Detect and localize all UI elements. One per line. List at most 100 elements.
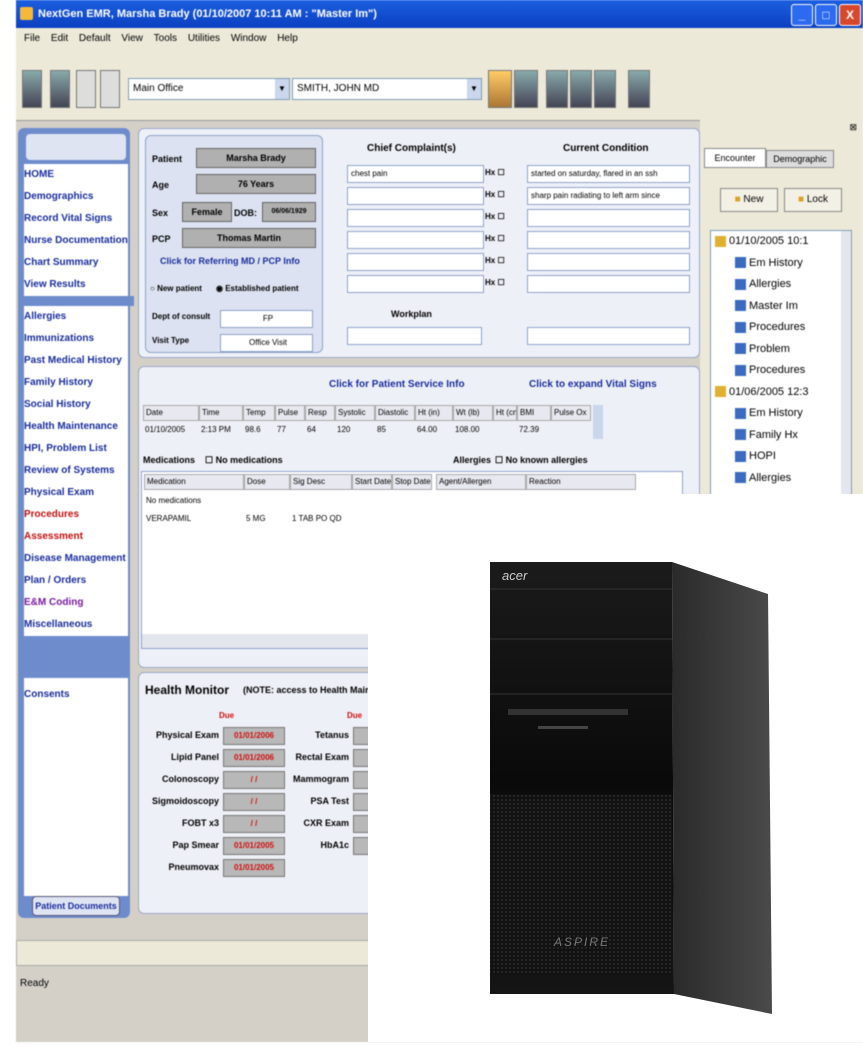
medication-cell [244, 494, 288, 508]
nav-item-top[interactable]: Nurse Documentation [24, 230, 128, 252]
reports-icon[interactable] [594, 70, 616, 108]
dept-field[interactable]: FP [220, 310, 313, 328]
maximize-button[interactable]: □ [815, 4, 837, 26]
menu-file[interactable]: File [24, 33, 40, 44]
new-patient-radio[interactable]: ○ New patient [150, 284, 202, 293]
visit-type-field[interactable]: Office Visit [220, 334, 313, 352]
close-chart-icon[interactable] [628, 70, 650, 108]
vitals-scrollbar[interactable] [593, 405, 603, 439]
tree-item[interactable]: Em History [735, 257, 803, 269]
chief-complaint-field[interactable] [347, 253, 484, 271]
edit-icon[interactable] [76, 70, 96, 108]
delete-icon[interactable] [100, 70, 120, 108]
nav-item[interactable]: Health Maintenance [24, 416, 128, 438]
sched-icon[interactable] [546, 70, 568, 108]
tree-scrollbar[interactable] [841, 231, 851, 496]
nav-item[interactable]: Social History [24, 394, 128, 416]
tree-item[interactable]: Allergies [735, 472, 791, 484]
menu-utilities[interactable]: Utilities [188, 33, 220, 44]
tree-item[interactable]: HOPI [735, 450, 776, 462]
tree-item[interactable]: Procedures [735, 321, 805, 333]
close-button[interactable]: X [839, 4, 861, 26]
tree-item[interactable]: Allergies [735, 278, 791, 290]
notes-icon[interactable] [570, 70, 592, 108]
consents-link[interactable]: Consents [24, 678, 128, 706]
hx-checkbox[interactable]: Hx ☐ [485, 168, 505, 177]
nav-item-top[interactable]: Record Vital Signs [24, 208, 128, 230]
tab-demographic[interactable]: Demographic [766, 150, 834, 168]
nav-item[interactable]: Plan / Orders [24, 570, 128, 592]
current-condition-field[interactable] [527, 275, 690, 293]
pickup-icon[interactable] [488, 70, 512, 108]
tree-item[interactable]: 01/10/2005 10:1 [715, 235, 809, 247]
hx-checkbox[interactable]: Hx ☐ [485, 190, 505, 199]
nav-item-top[interactable]: Demographics [24, 186, 128, 208]
current-condition-field[interactable]: sharp pain radiating to left arm since [527, 187, 690, 205]
nav-item[interactable]: Disease Management [24, 548, 128, 570]
nav-item-top[interactable]: View Results [24, 274, 128, 296]
nav-item[interactable]: Review of Systems [24, 460, 128, 482]
patient-documents-button[interactable]: Patient Documents [32, 896, 120, 916]
tree-item[interactable]: Procedures [735, 364, 805, 376]
nav-item[interactable]: Allergies [24, 306, 128, 328]
chief-complaint-field[interactable] [347, 275, 484, 293]
workplan-field-2[interactable] [527, 327, 690, 345]
minimize-button[interactable]: _ [791, 4, 813, 26]
chief-complaint-field[interactable] [347, 231, 484, 249]
chief-complaint-field[interactable] [347, 187, 484, 205]
lock-button[interactable]: ■ Lock [784, 188, 842, 212]
menu-view[interactable]: View [121, 33, 143, 44]
nav-item[interactable]: HPI, Problem List [24, 438, 128, 460]
tree-item[interactable]: 01/06/2005 12:3 [715, 386, 809, 398]
nav-item[interactable]: E&M Coding [24, 592, 128, 614]
save-icon[interactable] [50, 70, 70, 108]
current-condition-field[interactable] [527, 253, 690, 271]
hx-checkbox[interactable]: Hx ☐ [485, 212, 505, 221]
hx-checkbox[interactable]: Hx ☐ [485, 256, 505, 265]
no-medications-checkbox[interactable]: ☐ No medications [205, 455, 283, 466]
nav-item-top[interactable]: Chart Summary [24, 252, 128, 274]
workplan-field[interactable] [347, 327, 482, 345]
pin-icon[interactable]: ⊠ [849, 122, 857, 133]
tree-item[interactable]: Problem [735, 343, 790, 355]
nav-list: HOME Demographics Record Vital Signs Nurse … [18, 164, 134, 636]
referring-md-link[interactable]: Click for Referring MD / PCP Info [160, 256, 300, 266]
provider-select[interactable]: SMITH, JOHN MD ▼ [292, 78, 482, 100]
nav-item[interactable]: Physical Exam [24, 482, 128, 504]
nav-item[interactable]: Miscellaneous [24, 614, 128, 636]
tree-item[interactable]: Master Im [735, 300, 798, 312]
hx-checkbox[interactable]: Hx ☐ [485, 234, 505, 243]
no-known-allergies-checkbox[interactable]: ☐ No known allergies [495, 455, 588, 466]
nav-item[interactable]: Assessment [24, 526, 128, 548]
menu-tools[interactable]: Tools [154, 33, 177, 44]
hx-checkbox[interactable]: Hx ☐ [485, 278, 505, 287]
current-condition-field[interactable] [527, 209, 690, 227]
established-patient-radio[interactable]: ◉ Established patient [216, 284, 299, 293]
location-select[interactable]: Main Office ▼ [128, 78, 290, 100]
chief-complaint-field[interactable]: chest pain [347, 165, 484, 183]
nav-item[interactable]: Family History [24, 372, 128, 394]
menu-window[interactable]: Window [231, 33, 267, 44]
nav-item-top[interactable]: HOME [24, 164, 128, 186]
patient-icon[interactable] [22, 70, 42, 108]
expand-vitals-link[interactable]: Click to expand Vital Signs [529, 379, 657, 390]
nav-item[interactable]: Immunizations [24, 328, 128, 350]
menu-edit[interactable]: Edit [51, 33, 68, 44]
patient-service-link[interactable]: Click for Patient Service Info [329, 379, 465, 390]
nav-item[interactable]: Past Medical History [24, 350, 128, 372]
templates-icon[interactable] [514, 70, 538, 108]
hx-label: Hx [485, 190, 496, 199]
tree-item[interactable]: Family Hx [735, 429, 798, 441]
tab-encounter[interactable]: Encounter [704, 148, 766, 168]
medication-column-header: Start Date [352, 474, 392, 490]
new-button[interactable]: ■ New [720, 188, 778, 212]
nav-item[interactable]: Procedures [24, 504, 128, 526]
current-condition-field[interactable]: started on saturday, flared in an ssh [527, 165, 690, 183]
menu-default[interactable]: Default [79, 33, 111, 44]
menu-help[interactable]: Help [277, 33, 298, 44]
visit-type-label: Visit Type [152, 336, 190, 345]
health-item-date[interactable]: 01/01/2005 [223, 859, 285, 877]
current-condition-field[interactable] [527, 231, 690, 249]
tree-item[interactable]: Em History [735, 407, 803, 419]
chief-complaint-field[interactable] [347, 209, 484, 227]
